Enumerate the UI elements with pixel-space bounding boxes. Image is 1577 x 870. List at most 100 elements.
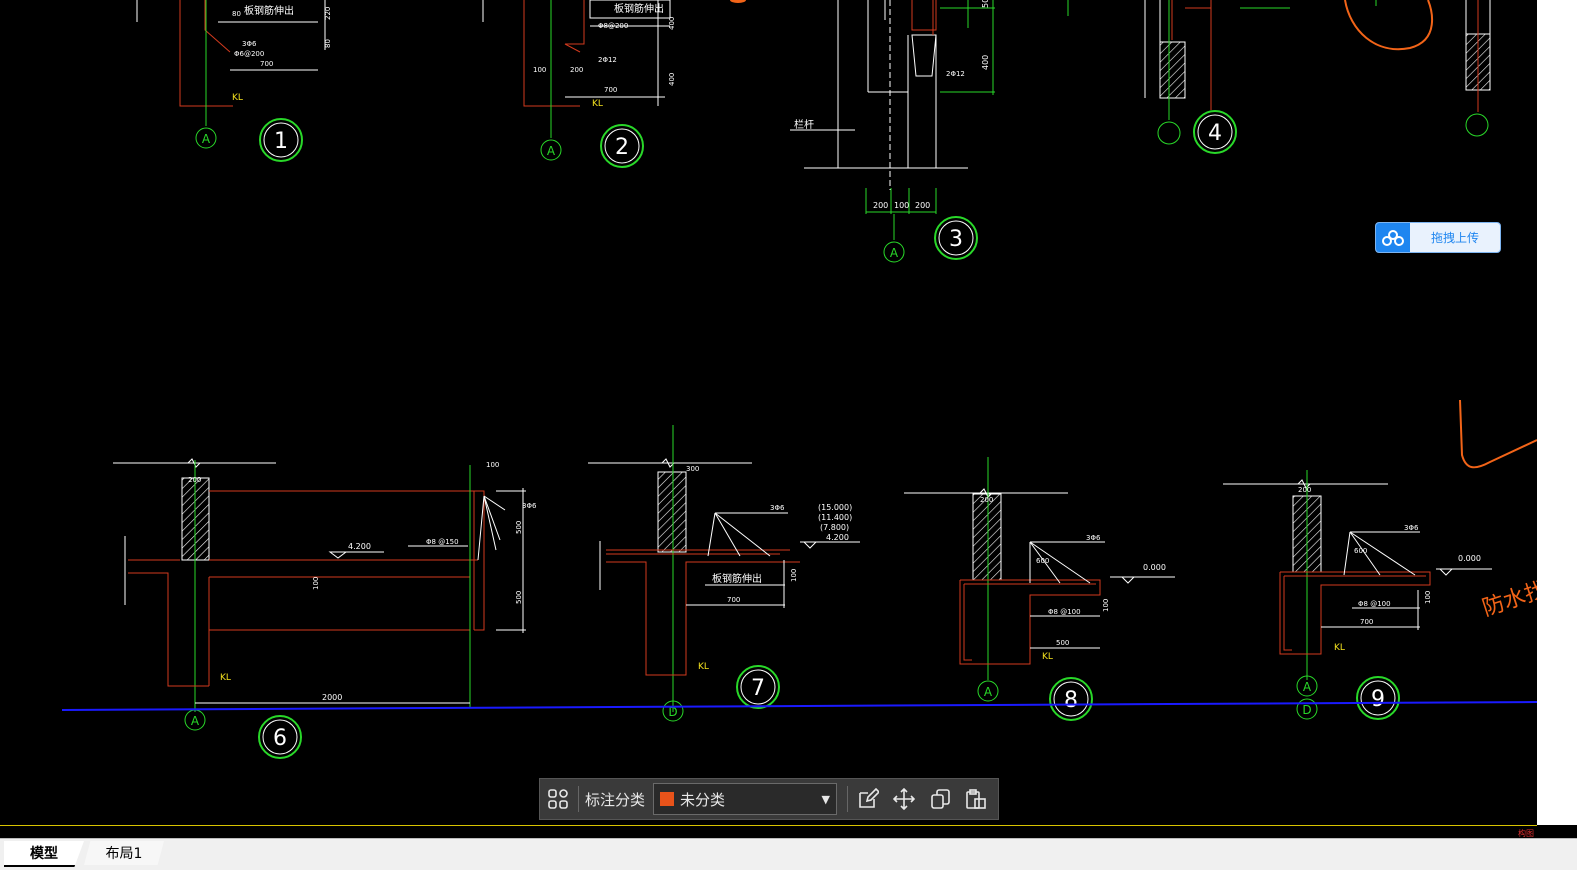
annotation-category-label: 标注分类 [585,790,646,809]
layout-tab-bar: 模型 布局1 [0,838,1577,870]
svg-text:2Φ12: 2Φ12 [946,70,965,78]
svg-text:400: 400 [668,17,676,30]
toolbar-separator [847,786,849,812]
svg-text:6: 6 [273,726,287,751]
svg-text:3Φ6: 3Φ6 [242,40,257,48]
svg-text:200: 200 [1298,486,1311,494]
tab-layout-1[interactable]: 布局1 [84,841,164,865]
svg-text:3Φ6: 3Φ6 [770,504,785,512]
drawing-canvas[interactable]: 板钢筋伸出 3Φ6 Φ6@200 700 KL 80 220 80 A 1 板钢… [0,0,1537,825]
svg-text:Φ8 @100: Φ8 @100 [1358,600,1391,608]
svg-text:50: 50 [981,0,990,8]
detail-8: 3Φ6 200 600 0.000 Φ8 @100 100 500 KL A 8 [904,457,1175,721]
svg-text:400: 400 [981,55,990,70]
svg-text:100: 100 [894,201,909,210]
svg-text:600: 600 [1036,557,1049,565]
svg-text:KL: KL [220,673,231,683]
grid-icon[interactable] [540,781,576,817]
orange-markup-stroke[interactable] [1459,399,1537,469]
svg-text:7: 7 [751,676,765,701]
detail-2: 板钢筋伸出 Φ8@200 2Φ12 100 200 700 KL 400 400… [482,0,676,168]
svg-text:(11.400): (11.400) [818,513,852,522]
detail-4: 4 [1067,0,1491,154]
svg-text:2: 2 [615,135,629,160]
svg-text:300: 300 [686,465,699,473]
chevron-down-icon: ▼ [821,792,831,806]
move-icon[interactable] [886,781,922,817]
svg-text:3Φ6: 3Φ6 [522,502,537,510]
svg-text:A: A [202,132,211,146]
svg-text:Φ8 @100: Φ8 @100 [1048,608,1081,616]
detail-7: 3Φ6 300 (15.000) (11.400) (7.800) 4.200 … [588,425,860,722]
svg-text:(15.000): (15.000) [818,503,852,512]
svg-text:KL: KL [1334,643,1345,653]
svg-text:8: 8 [1064,688,1078,713]
detail-1: 板钢筋伸出 3Φ6 Φ6@200 700 KL 80 220 80 A 1 [136,0,332,162]
toolbar-separator [578,786,579,812]
svg-text:板钢筋伸出: 板钢筋伸出 [614,2,664,15]
svg-text:2000: 2000 [322,693,342,702]
svg-text:A: A [1303,680,1312,694]
svg-text:600: 600 [1354,547,1367,555]
svg-text:2Φ12: 2Φ12 [598,56,617,64]
svg-text:A: A [191,714,200,728]
cloud-icon [1376,223,1410,252]
svg-text:700: 700 [1360,618,1373,626]
edit-icon[interactable] [850,781,886,817]
svg-text:KL: KL [592,99,603,109]
svg-text:100: 100 [790,569,798,582]
svg-text:板钢筋伸出: 板钢筋伸出 [712,572,762,585]
category-color-swatch [660,792,675,806]
svg-text:3Φ6: 3Φ6 [1404,524,1419,532]
svg-text:700: 700 [604,86,617,94]
detail-3: 栏杆 200 100 200 2Φ12 400 50 A 3 [730,0,995,263]
svg-text:100: 100 [1102,599,1110,612]
svg-text:80: 80 [232,10,241,18]
drag-upload-label: 拖拽上传 [1430,231,1479,245]
svg-text:80: 80 [324,39,332,48]
svg-text:栏杆: 栏杆 [794,118,814,131]
detail-6: 200 100 4.200 Φ8 @150 3Φ6 500 500 100 KL… [113,458,537,759]
svg-text:100: 100 [486,461,499,469]
svg-text:9: 9 [1371,687,1385,712]
handwritten-markup[interactable]: 防水找坡 [1479,571,1537,622]
svg-text:KL: KL [698,662,709,672]
svg-text:Φ6@200: Φ6@200 [234,50,264,58]
svg-text:200: 200 [915,201,930,210]
svg-text:0.000: 0.000 [1143,563,1166,572]
svg-text:(7.800): (7.800) [820,523,849,532]
svg-text:3: 3 [949,227,963,252]
svg-text:A: A [547,144,556,158]
svg-text:700: 700 [260,60,273,68]
svg-text:A: A [984,685,993,699]
annotation-category-select[interactable]: 未分类 ▼ [653,783,838,815]
cad-drawing[interactable]: 板钢筋伸出 3Φ6 Φ6@200 700 KL 80 220 80 A 1 板钢… [0,0,1537,825]
svg-text:200: 200 [570,66,583,74]
detail-1-number: 1 [274,129,288,154]
svg-text:700: 700 [727,596,740,604]
copy-icon[interactable] [922,781,958,817]
svg-text:500: 500 [515,521,523,534]
svg-text:100: 100 [312,577,320,590]
drag-upload-button[interactable]: 拖拽上传 [1375,222,1501,253]
detail-9: 3Φ6 200 600 0.000 Φ8 @100 100 700 KL A D… [1223,470,1492,720]
svg-text:0.000: 0.000 [1458,554,1481,563]
paste-icon[interactable] [958,781,994,817]
svg-text:KL: KL [1042,652,1053,662]
svg-text:200: 200 [980,496,993,504]
svg-text:KL: KL [232,93,243,103]
svg-text:100: 100 [1424,591,1432,604]
svg-text:3Φ6: 3Φ6 [1086,534,1101,542]
svg-text:200: 200 [873,201,888,210]
right-edge-panel [1537,0,1577,825]
svg-text:220: 220 [324,7,332,20]
category-select-value: 未分类 [680,790,726,809]
svg-text:200: 200 [188,476,201,484]
svg-text:4.200: 4.200 [826,533,849,542]
svg-text:100: 100 [533,66,546,74]
svg-text:A: A [890,246,899,260]
svg-text:D: D [1302,703,1311,717]
tab-model[interactable]: 模型 [4,841,84,867]
svg-text:4: 4 [1208,121,1222,146]
svg-text:400: 400 [668,73,676,86]
